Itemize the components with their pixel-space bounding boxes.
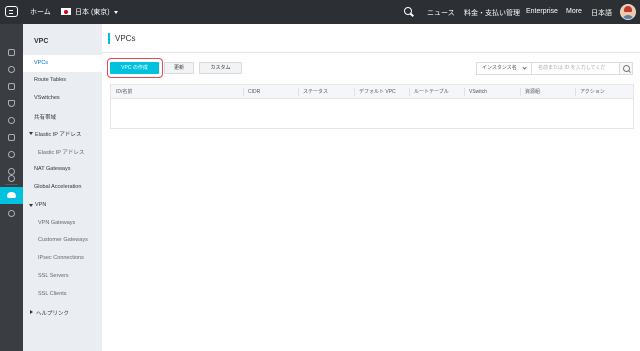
sidebar-item-label: ヘルプリンク — [36, 311, 70, 317]
avatar[interactable] — [620, 4, 636, 20]
filter-field-select[interactable]: インスタンス名 — [476, 62, 532, 75]
layers-icon[interactable] — [8, 151, 15, 158]
sidebar-item-route-tables[interactable]: Route Tables — [23, 72, 102, 89]
column-divider — [520, 88, 521, 96]
refresh-button[interactable]: 更新 — [164, 62, 194, 74]
sidebar-group-help-links[interactable]: ヘルプリンク — [23, 304, 102, 321]
region-selector[interactable]: 日本 (東京) — [75, 7, 110, 17]
network-icon[interactable] — [8, 134, 15, 141]
sidebar: VPC VPCs Route Tables VSwitches 共有帯域 Ela… — [23, 24, 102, 351]
vpc-table: ID/名前 CIDR ステータス デフォルト VPC ルートテーブル VSwit… — [110, 84, 634, 129]
column-header-default-vpc[interactable]: デフォルト VPC — [359, 85, 396, 99]
search-button[interactable] — [619, 62, 633, 75]
chevron-down-icon — [29, 132, 33, 135]
sidebar-item-vpcs[interactable]: VPCs — [23, 55, 102, 72]
sidebar-item-label: VPN — [35, 202, 47, 208]
column-divider — [354, 88, 355, 96]
sidebar-item-label: Customer Gateways — [38, 237, 88, 243]
cube-icon[interactable] — [8, 66, 15, 73]
chevron-down-icon — [29, 204, 33, 207]
sidebar-item-customer-gateways[interactable]: Customer Gateways — [23, 232, 102, 249]
sidebar-item-label: Elastic IP アドレス — [35, 132, 82, 138]
sidebar-item-label: SSL Servers — [38, 273, 69, 279]
chevron-down-icon — [522, 65, 527, 70]
search-icon[interactable] — [404, 7, 412, 15]
custom-button[interactable]: カスタム — [199, 62, 242, 74]
sidebar-item-vpn-gateways[interactable]: VPN Gateways — [23, 215, 102, 232]
create-vpc-button[interactable]: VPC の作成 — [110, 62, 159, 74]
sidebar-item-label: IPsec Connections — [38, 255, 84, 261]
icon-rail — [0, 24, 23, 351]
table-header: ID/名前 CIDR ステータス デフォルト VPC ルートテーブル VSwit… — [111, 85, 633, 99]
vpc-cloud-icon[interactable] — [0, 187, 23, 204]
column-divider — [464, 88, 465, 96]
japan-flag-icon — [61, 8, 71, 15]
sidebar-item-shared-bandwidth[interactable]: 共有帯域 — [23, 108, 102, 125]
sidebar-item-label: VPCs — [34, 60, 49, 66]
sidebar-item-label: 共有帯域 — [34, 115, 57, 121]
sidebar-item-ssl-servers[interactable]: SSL Servers — [23, 268, 102, 285]
shield-icon[interactable] — [8, 117, 15, 124]
column-divider — [409, 88, 410, 96]
home-link[interactable]: ホーム — [30, 7, 51, 17]
chevron-down-icon[interactable] — [114, 11, 118, 14]
page-title: VPCs — [108, 33, 135, 44]
column-header-status[interactable]: ステータス — [303, 85, 328, 99]
rail-divider — [5, 184, 18, 185]
column-divider — [243, 88, 244, 96]
column-divider — [298, 88, 299, 96]
search-input[interactable]: 名前または ID を入力してくだ — [531, 62, 620, 75]
top-bar: ホーム 日本 (東京) ニュース 料金・支払い管理 Enterprise Mor… — [0, 0, 640, 24]
console-logo-icon[interactable] — [5, 6, 18, 17]
column-header-id[interactable]: ID/名前 — [116, 85, 132, 99]
sidebar-item-label: NAT Gateways — [34, 166, 71, 172]
nav-more[interactable]: More — [566, 8, 582, 15]
sidebar-item-label: VSwitches — [34, 95, 60, 101]
sidebar-item-nat-gateways[interactable]: NAT Gateways — [23, 161, 102, 178]
grid-icon[interactable] — [8, 49, 15, 56]
sidebar-item-ssl-clients[interactable]: SSL Clients — [23, 286, 102, 303]
nav-billing[interactable]: 料金・支払い管理 — [464, 8, 520, 18]
nav-enterprise[interactable]: Enterprise — [526, 8, 558, 15]
column-divider — [575, 88, 576, 96]
gear-icon[interactable] — [8, 210, 15, 217]
sidebar-group-elastic-ip[interactable]: Elastic IP アドレス — [23, 125, 102, 142]
puzzle-icon[interactable] — [8, 83, 15, 90]
sidebar-item-label: SSL Clients — [38, 291, 67, 297]
cloud-icon[interactable] — [8, 168, 15, 175]
sidebar-item-label: VPN Gateways — [38, 220, 76, 226]
filter-field-value: インスタンス名 — [482, 65, 517, 71]
main-content: VPCs VPC の作成 更新 カスタム インスタンス名 名前または ID を入… — [102, 24, 640, 351]
database-icon[interactable] — [8, 100, 15, 107]
column-header-route-table[interactable]: ルートテーブル — [414, 85, 449, 99]
column-header-vswitch[interactable]: VSwitch — [469, 85, 487, 99]
sidebar-group-vpn[interactable]: VPN — [23, 197, 102, 214]
language-selector[interactable]: 日本語 — [591, 8, 612, 18]
sidebar-item-label: Route Tables — [34, 77, 67, 83]
sidebar-item-vswitches[interactable]: VSwitches — [23, 90, 102, 107]
sidebar-item-global-acceleration[interactable]: Global Acceleration — [23, 179, 102, 196]
sidebar-item-elastic-ip-addresses[interactable]: Elastic IP アドレス — [23, 143, 102, 160]
nav-news[interactable]: ニュース — [427, 8, 455, 18]
globe-icon[interactable] — [8, 175, 15, 182]
column-header-actions[interactable]: アクション — [580, 85, 605, 99]
sidebar-item-ipsec-connections[interactable]: IPsec Connections — [23, 250, 102, 267]
chevron-right-icon — [30, 310, 33, 314]
sidebar-item-label: Elastic IP アドレス — [38, 150, 85, 156]
sidebar-item-label: Global Acceleration — [34, 184, 82, 190]
sidebar-title: VPC — [34, 38, 49, 45]
title-divider — [102, 52, 640, 53]
column-header-resource-group[interactable]: 資源組 — [525, 85, 540, 99]
column-header-cidr[interactable]: CIDR — [248, 85, 260, 99]
